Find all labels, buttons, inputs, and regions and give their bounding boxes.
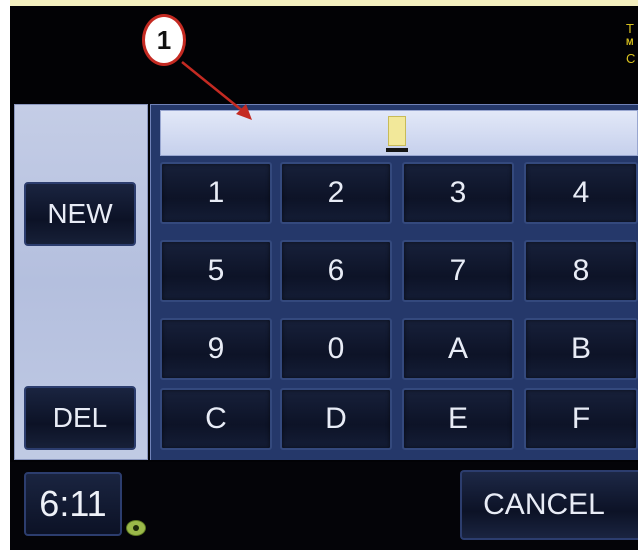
key-7[interactable]: 7 [402,240,514,302]
new-button[interactable]: NEW [24,182,136,246]
corner-label-line-3: C [626,51,636,66]
key-5[interactable]: 5 [160,240,272,302]
key-e[interactable]: E [402,388,514,450]
key-0[interactable]: 0 [280,318,392,380]
key-a[interactable]: A [402,318,514,380]
key-1[interactable]: 1 [160,162,272,224]
corner-label-line-2: M [626,37,634,47]
key-c[interactable]: C [160,388,272,450]
text-cursor [388,116,406,146]
key-d[interactable]: D [280,388,392,450]
clock-display: 6:11 [24,472,122,536]
key-f[interactable]: F [524,388,638,450]
corner-label: T M C [626,22,638,68]
key-2[interactable]: 2 [280,162,392,224]
key-6[interactable]: 6 [280,240,392,302]
cursor-underline [386,148,408,152]
corner-label-line-1: T [626,21,634,36]
key-b[interactable]: B [524,318,638,380]
key-8[interactable]: 8 [524,240,638,302]
status-indicator-icon [126,520,146,536]
key-9[interactable]: 9 [160,318,272,380]
cancel-button[interactable]: CANCEL [460,470,638,540]
key-3[interactable]: 3 [402,162,514,224]
callout-number: 1 [142,14,186,66]
delete-button[interactable]: DEL [24,386,136,450]
key-4[interactable]: 4 [524,162,638,224]
